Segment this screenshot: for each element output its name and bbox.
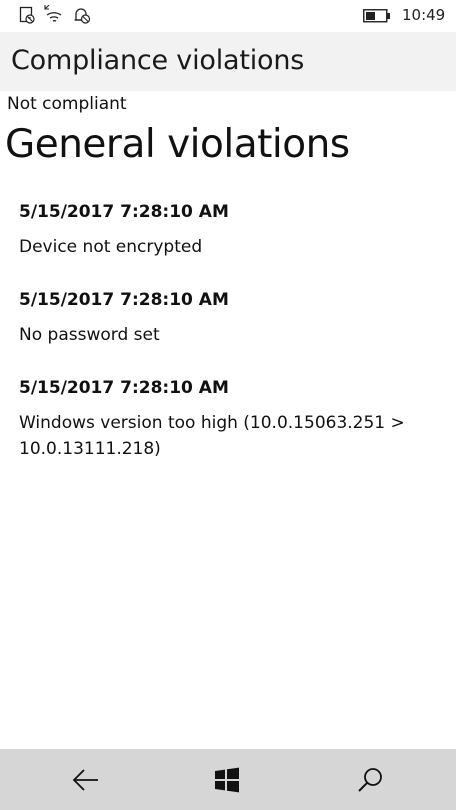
violation-timestamp: 5/15/2017 7:28:10 AM (19, 290, 229, 310)
navigation-bar (0, 749, 456, 810)
windows-icon (214, 767, 240, 793)
compliance-status: Not compliant (7, 94, 127, 114)
search-icon (356, 766, 384, 794)
violations-list: 5/15/2017 7:28:10 AM Device not encrypte… (19, 200, 439, 490)
alarm-icon (18, 5, 38, 25)
back-button[interactable] (46, 749, 126, 810)
search-button[interactable] (330, 749, 410, 810)
list-item[interactable]: 5/15/2017 7:28:10 AM No password set (19, 288, 439, 348)
page-title: Compliance violations (11, 45, 305, 76)
back-icon (71, 768, 101, 792)
start-button[interactable] (187, 749, 267, 810)
title-bar: Compliance violations (0, 32, 456, 91)
violation-description: No password set (19, 325, 160, 345)
violation-timestamp: 5/15/2017 7:28:10 AM (19, 202, 229, 222)
violation-description: Windows version too high (10.0.15063.251… (19, 413, 405, 459)
list-item[interactable]: 5/15/2017 7:28:10 AM Windows version too… (19, 376, 439, 462)
quiet-hours-icon (72, 5, 92, 25)
status-bar: 10:49 (0, 0, 456, 32)
violation-timestamp: 5/15/2017 7:28:10 AM (19, 378, 229, 398)
clock: 10:49 (402, 6, 446, 24)
wifi-off-icon (43, 5, 63, 25)
violation-description: Device not encrypted (19, 237, 203, 257)
battery-icon (363, 8, 391, 23)
list-item[interactable]: 5/15/2017 7:28:10 AM Device not encrypte… (19, 200, 439, 260)
section-title: General violations (5, 122, 350, 167)
